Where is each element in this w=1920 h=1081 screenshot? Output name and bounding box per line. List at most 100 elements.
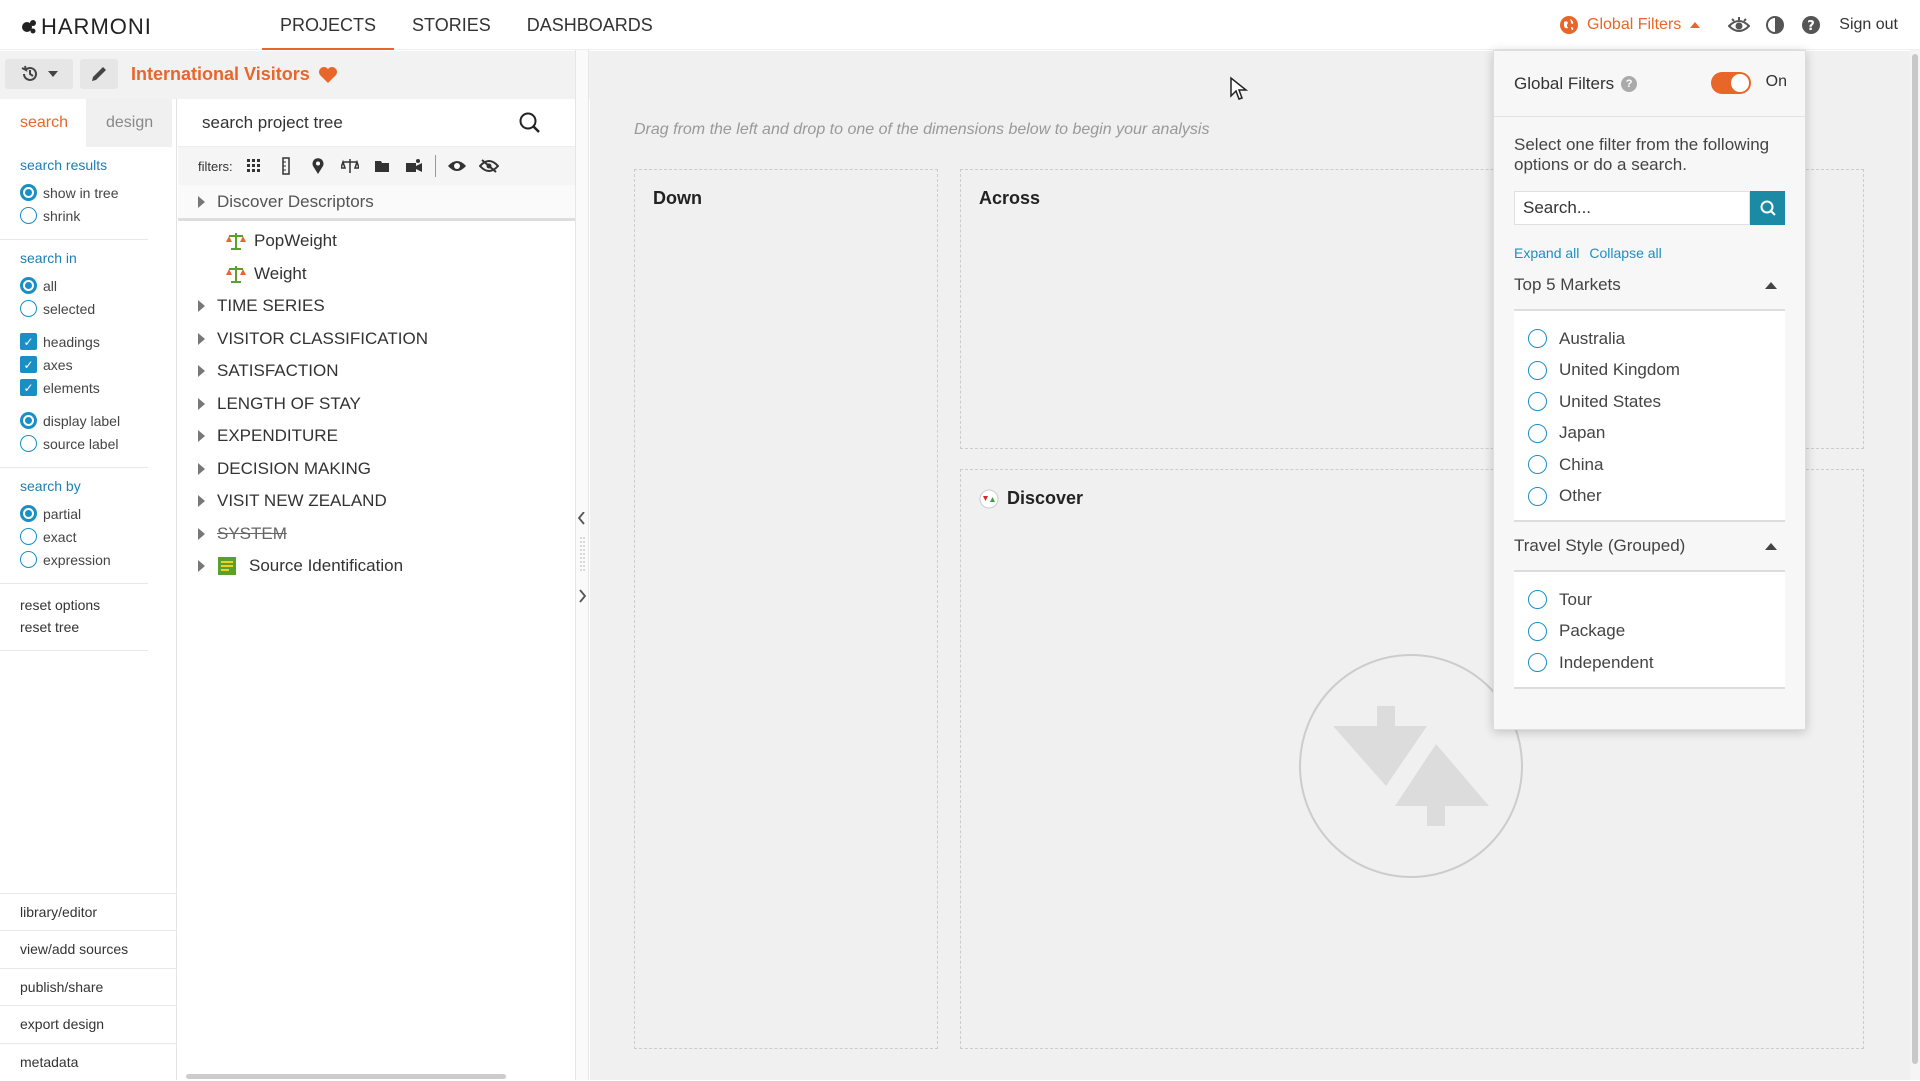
check-axes[interactable]: ✓ axes [20,353,148,376]
hide-eye-slash-icon[interactable] [478,155,500,177]
radio-icon[interactable] [20,207,37,224]
collapse-all-link[interactable]: Collapse all [1589,245,1661,261]
expand-triangle-icon[interactable] [198,195,205,208]
expand-triangle-icon[interactable] [198,332,205,345]
radio-icon[interactable] [20,184,37,201]
grid-filter-icon[interactable] [243,155,265,177]
filter-option-package[interactable]: Package [1528,616,1785,648]
radio-icon[interactable] [20,435,37,452]
filter-option-japan[interactable]: Japan [1528,418,1785,450]
radio-icon[interactable] [1528,621,1547,641]
ruler-filter-icon[interactable] [275,155,297,177]
filter-group-header[interactable]: Top 5 Markets [1514,261,1785,311]
check-headings[interactable]: ✓ headings [20,330,148,353]
expand-triangle-icon[interactable] [198,527,205,540]
radio-icon[interactable] [1528,455,1547,475]
checkbox-checked-icon[interactable]: ✓ [20,333,37,350]
panel-splitter[interactable] [575,50,589,1080]
global-filters-search-button[interactable] [1750,191,1785,225]
show-hidden-eye-icon[interactable] [446,155,468,177]
radio-icon[interactable] [1528,423,1547,443]
scrollbar-thumb[interactable] [186,1074,506,1079]
edit-button[interactable] [80,59,118,89]
option-shrink[interactable]: shrink [20,204,148,227]
expand-all-link[interactable]: Expand all [1514,245,1579,261]
reset-tree-link[interactable]: reset tree [20,616,148,638]
filter-option-tour[interactable]: Tour [1528,584,1785,616]
search-icon[interactable] [518,111,542,135]
tree-folder-length-of-stay[interactable]: LENGTH OF STAY [178,388,575,421]
expand-triangle-icon[interactable] [198,365,205,378]
radio-icon[interactable] [1528,590,1547,610]
collapse-expand-handle-icon[interactable] [576,512,588,612]
radio-icon[interactable] [1528,486,1547,506]
tree-folder-visit-new-zealand[interactable]: VISIT NEW ZEALAND [178,485,575,518]
scale-filter-icon[interactable] [339,155,361,177]
nav-stories[interactable]: STORIES [394,0,509,50]
option-show-in-tree[interactable]: show in tree [20,181,148,204]
tab-design[interactable]: design [86,99,172,147]
nav-dashboards[interactable]: DASHBOARDS [509,0,671,50]
tree-folder-satisfaction[interactable]: SATISFACTION [178,355,575,388]
contrast-button[interactable] [1757,7,1793,43]
metadata-link[interactable]: metadata [0,1042,177,1081]
view-button[interactable] [1721,7,1757,43]
radio-icon[interactable] [1528,360,1547,380]
down-drop-zone[interactable]: Down [634,169,938,1049]
tree-folder-visitor-classification[interactable]: VISITOR CLASSIFICATION [178,323,575,356]
option-selected[interactable]: selected [20,297,148,320]
folder-filter-icon[interactable] [371,155,393,177]
option-expression[interactable]: expression [20,548,148,571]
filter-option-china[interactable]: China [1528,449,1785,481]
view-add-sources-link[interactable]: view/add sources [0,930,177,968]
radio-icon[interactable] [1528,329,1547,349]
expand-triangle-icon[interactable] [198,300,205,313]
global-filters-search-input[interactable] [1514,191,1750,225]
collapse-caret-icon[interactable] [1765,542,1777,550]
radio-icon[interactable] [20,277,37,294]
collapse-caret-icon[interactable] [1765,281,1777,289]
filter-option-other[interactable]: Other [1528,481,1785,513]
tree-folder-system[interactable]: SYSTEM [178,518,575,551]
export-design-link[interactable]: export design [0,1005,177,1043]
harmoni-logo[interactable]: HARMONI [20,14,152,40]
filter-option-united-kingdom[interactable]: United Kingdom [1528,355,1785,387]
reset-options-link[interactable]: reset options [20,594,148,616]
tree-folder-expenditure[interactable]: EXPENDITURE [178,420,575,453]
help-button[interactable]: ? [1793,7,1829,43]
expand-triangle-icon[interactable] [198,462,205,475]
tree-horizontal-scrollbar[interactable] [182,1072,570,1080]
page-vertical-scrollbar[interactable] [1910,50,1920,1080]
radio-icon[interactable] [20,551,37,568]
publish-share-link[interactable]: publish/share [0,967,177,1006]
radio-icon[interactable] [1528,392,1547,412]
option-partial[interactable]: partial [20,502,148,525]
nav-projects[interactable]: PROJECTS [262,0,395,50]
expand-triangle-icon[interactable] [198,397,205,410]
location-filter-icon[interactable] [307,155,329,177]
check-elements[interactable]: ✓ elements [20,376,148,399]
option-display-label[interactable]: display label [20,409,148,432]
global-filters-switch[interactable] [1711,72,1751,94]
tree-search-input[interactable] [178,112,518,133]
filter-option-independent[interactable]: Independent [1528,647,1785,679]
checkbox-checked-icon[interactable]: ✓ [20,356,37,373]
tree-folder-decision-making[interactable]: DECISION MAKING [178,453,575,486]
history-button[interactable] [5,59,73,89]
tree-node-discover-descriptors[interactable]: Discover Descriptors [178,185,575,221]
tree-leaf-popweight[interactable]: PopWeight [178,225,575,258]
global-filters-toggle[interactable]: Global Filters [1559,15,1701,35]
video-filter-icon[interactable] [403,155,425,177]
option-all[interactable]: all [20,274,148,297]
tree-folder-source-identification[interactable]: Source Identification [178,550,575,583]
expand-triangle-icon[interactable] [198,560,205,573]
tree-folder-time-series[interactable]: TIME SERIES [178,290,575,323]
tree-leaf-weight[interactable]: Weight [178,258,575,291]
help-icon[interactable]: ? [1621,75,1638,92]
sign-out-link[interactable]: Sign out [1839,16,1898,34]
option-source-label[interactable]: source label [20,432,148,455]
heart-icon[interactable] [318,66,338,84]
filter-option-australia[interactable]: Australia [1528,323,1785,355]
filter-group-header[interactable]: Travel Style (Grouped) [1514,522,1785,572]
radio-icon[interactable] [20,412,37,429]
